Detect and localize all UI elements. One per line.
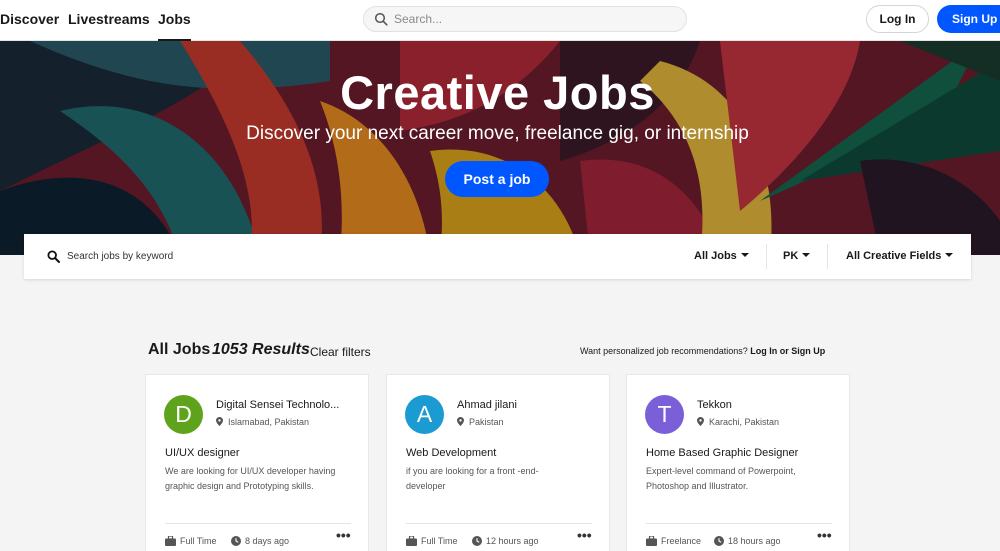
results-count: 1053 Results xyxy=(212,341,310,358)
job-location: Islamabad, Pakistan xyxy=(216,417,309,427)
clock-icon xyxy=(472,536,482,546)
posted-time: 8 days ago xyxy=(231,536,289,546)
job-title[interactable]: Web Development xyxy=(406,447,496,459)
signup-button[interactable]: Sign Up xyxy=(937,5,1000,33)
job-description: if you are looking for a front -end-deve… xyxy=(406,466,539,491)
hero-banner: Creative Jobs Discover your next career … xyxy=(0,41,1000,255)
job-description: We are looking for UI/UX developer havin… xyxy=(165,466,336,491)
job-type-label: All Jobs xyxy=(694,250,737,262)
recommendation-prompt: Want personalized job recommendations? L… xyxy=(580,346,825,356)
page-subtitle: Discover your next career move, freelanc… xyxy=(246,123,749,144)
job-type-text: Full Time xyxy=(421,536,458,546)
post-job-button[interactable]: Post a job xyxy=(445,161,549,197)
nav-livestreams[interactable]: Livestreams xyxy=(68,11,150,27)
job-type: Full Time xyxy=(165,535,217,546)
job-location: Karachi, Pakistan xyxy=(697,417,779,427)
avatar: D xyxy=(164,395,203,434)
recommendation-text: Want personalized job recommendations? xyxy=(580,346,748,356)
briefcase-icon xyxy=(165,535,176,546)
nav-jobs[interactable]: Jobs xyxy=(158,11,191,41)
posted-time-text: 8 days ago xyxy=(245,536,290,546)
job-type: Freelance xyxy=(646,535,702,546)
job-card[interactable]: A Ahmad jilani Pakistan Web Development … xyxy=(386,374,610,551)
location-text: Karachi, Pakistan xyxy=(709,417,780,427)
filter-bar: Search jobs by keyword All Jobs PK All C… xyxy=(24,234,971,279)
location-text: Islamabad, Pakistan xyxy=(228,417,310,427)
company-name[interactable]: Ahmad jilani xyxy=(457,399,517,411)
search-icon xyxy=(374,12,388,26)
briefcase-icon xyxy=(646,535,657,546)
job-type-text: Freelance xyxy=(661,536,702,546)
search-input[interactable]: Search... xyxy=(363,6,687,32)
more-options-icon[interactable]: ••• xyxy=(817,527,832,543)
avatar: T xyxy=(645,395,684,434)
location-text: Pakistan xyxy=(469,417,504,427)
chevron-down-icon xyxy=(740,253,749,257)
login-button[interactable]: Log In xyxy=(866,5,929,33)
job-title[interactable]: UI/UX designer xyxy=(165,447,240,459)
divider xyxy=(766,244,767,269)
clear-filters-link[interactable]: Clear filters xyxy=(310,345,371,359)
posted-time: 18 hours ago xyxy=(714,536,781,546)
clock-icon xyxy=(231,536,241,546)
location-pin-icon xyxy=(216,417,223,426)
divider xyxy=(646,523,832,524)
job-type-dropdown[interactable]: All Jobs xyxy=(694,250,749,262)
search-placeholder: Search... xyxy=(394,12,443,26)
search-icon xyxy=(47,250,60,263)
posted-time-text: 12 hours ago xyxy=(486,536,539,546)
top-nav: Discover Livestreams Jobs Search... Log … xyxy=(0,0,1000,41)
job-location: Pakistan xyxy=(457,417,504,427)
clock-icon xyxy=(714,536,724,546)
posted-time-text: 18 hours ago xyxy=(728,536,781,546)
creative-fields-dropdown[interactable]: All Creative Fields xyxy=(846,250,954,262)
chevron-down-icon xyxy=(945,253,954,257)
divider xyxy=(827,244,828,269)
chevron-down-icon xyxy=(802,253,811,257)
job-type-text: Full Time xyxy=(180,536,217,546)
company-name[interactable]: Digital Sensei Technolo... xyxy=(216,399,339,411)
briefcase-icon xyxy=(406,535,417,546)
job-keyword-input[interactable]: Search jobs by keyword xyxy=(67,251,173,262)
location-pin-icon xyxy=(457,417,464,426)
avatar: A xyxy=(405,395,444,434)
login-signup-link[interactable]: Log In or Sign Up xyxy=(750,346,825,356)
country-label: PK xyxy=(783,250,799,262)
country-dropdown[interactable]: PK xyxy=(783,250,811,262)
job-type: Full Time xyxy=(406,535,458,546)
page-title: Creative Jobs xyxy=(340,66,655,119)
results-title: All Jobs xyxy=(148,341,211,358)
job-title[interactable]: Home Based Graphic Designer xyxy=(646,447,798,459)
creative-fields-label: All Creative Fields xyxy=(846,250,942,262)
job-description: Expert-level command of Powerpoint, Phot… xyxy=(646,466,796,491)
job-card[interactable]: D Digital Sensei Technolo... Islamabad, … xyxy=(145,374,369,551)
divider xyxy=(406,523,592,524)
more-options-icon[interactable]: ••• xyxy=(577,527,592,543)
more-options-icon[interactable]: ••• xyxy=(336,527,351,543)
nav-discover[interactable]: Discover xyxy=(0,11,59,27)
posted-time: 12 hours ago xyxy=(472,536,539,546)
company-name[interactable]: Tekkon xyxy=(697,399,732,411)
divider xyxy=(165,523,351,524)
job-card[interactable]: T Tekkon Karachi, Pakistan Home Based Gr… xyxy=(626,374,850,551)
location-pin-icon xyxy=(697,417,704,426)
